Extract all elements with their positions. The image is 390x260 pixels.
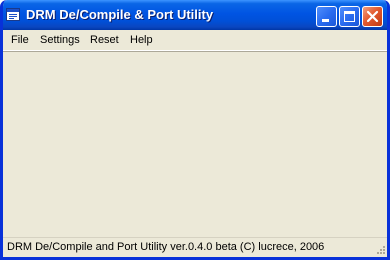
app-window-icon[interactable] [6,8,20,21]
app-window: DRM De/Compile & Port Utility File Setti… [0,0,390,260]
status-bar: DRM De/Compile and Port Utility ver.0.4.… [3,237,387,257]
window-title: DRM De/Compile & Port Utility [26,7,214,22]
menu-bar: File Settings Reset Help [3,30,387,51]
status-text: DRM De/Compile and Port Utility ver.0.4.… [7,241,325,253]
close-icon [366,10,379,23]
maximize-icon [344,11,355,22]
title-bar[interactable]: DRM De/Compile & Port Utility [3,0,387,30]
resize-grip-icon[interactable] [374,245,386,257]
menu-help[interactable]: Help [130,34,153,46]
menu-file[interactable]: File [11,34,29,46]
minimize-button[interactable] [316,6,337,27]
client-area [3,51,387,237]
close-button[interactable] [362,6,383,27]
minimize-icon [322,19,329,22]
menu-reset[interactable]: Reset [90,34,119,46]
menu-settings[interactable]: Settings [40,34,80,46]
maximize-button[interactable] [339,6,360,27]
